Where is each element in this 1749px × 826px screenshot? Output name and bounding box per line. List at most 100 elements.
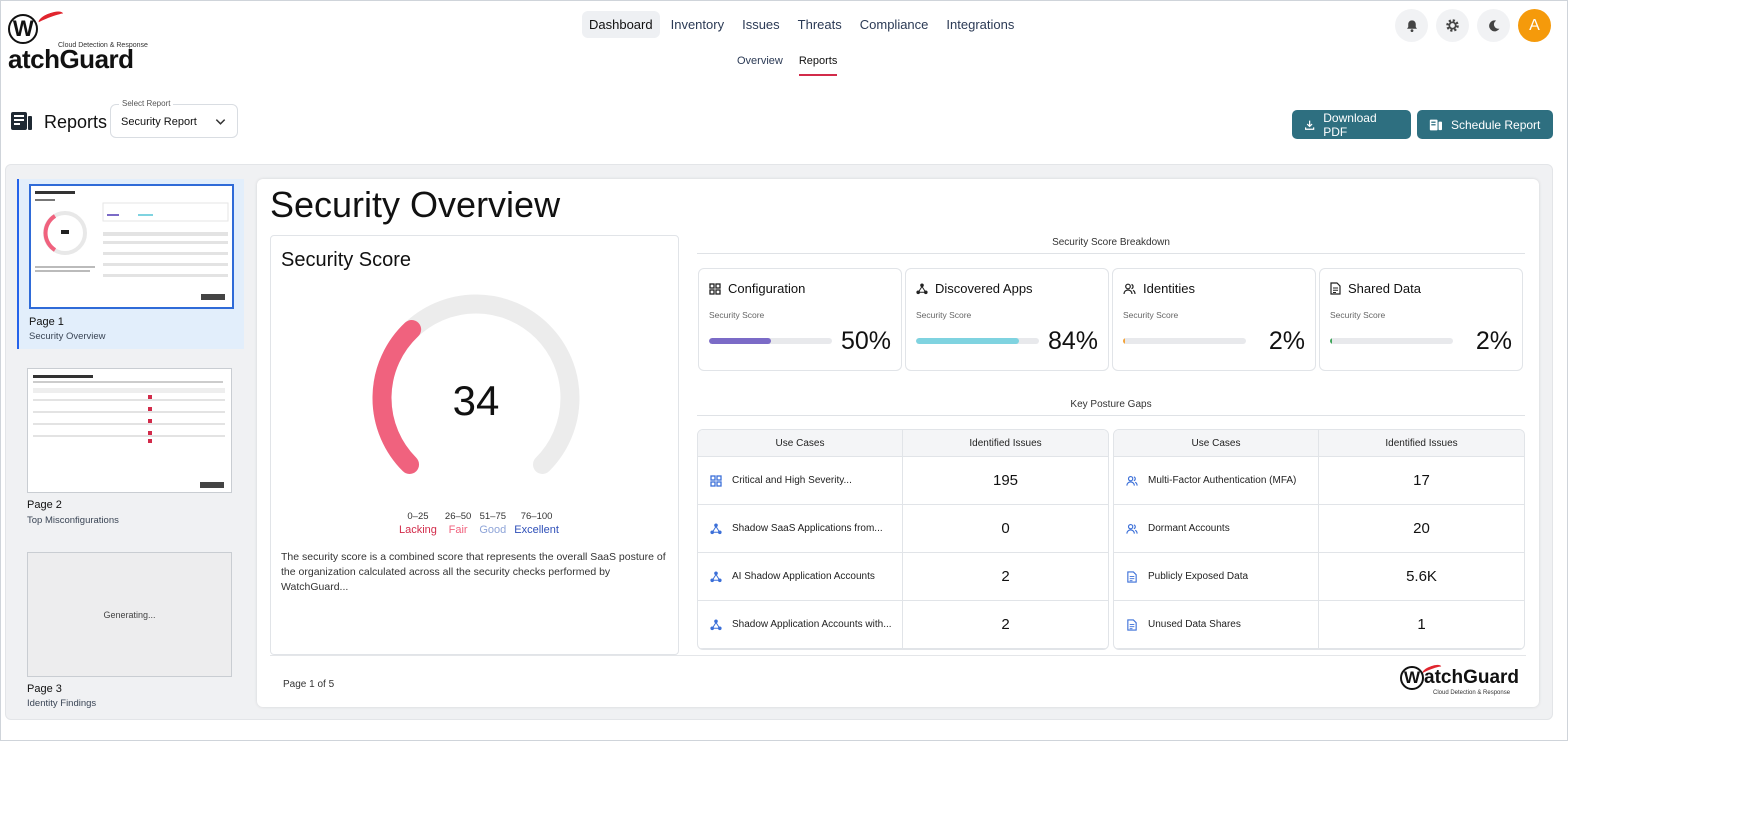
apps-icon bbox=[710, 619, 722, 630]
thumbnail-page-2[interactable]: Page 2 Top Misconfigurations bbox=[17, 364, 244, 534]
thumbnail-preview-graphic bbox=[33, 375, 225, 488]
schedule-report-button[interactable]: Schedule Report bbox=[1417, 110, 1553, 139]
watchguard-logo[interactable]: WatchGuard Cloud Detection & Response bbox=[8, 8, 148, 74]
download-pdf-label: Download PDF bbox=[1323, 110, 1377, 139]
users-icon bbox=[1126, 523, 1138, 534]
table-row[interactable]: Dormant Accounts 20 bbox=[1114, 505, 1524, 553]
nav-integrations[interactable]: Integrations bbox=[939, 11, 1021, 38]
document-icon bbox=[1127, 570, 1137, 583]
notifications-button[interactable] bbox=[1395, 9, 1428, 42]
report-icon bbox=[11, 112, 32, 130]
document-icon bbox=[1330, 282, 1341, 295]
breakdown-card-shared-data[interactable]: Shared Data Security Score 2% bbox=[1319, 268, 1523, 371]
security-score-value: 34 bbox=[453, 377, 500, 424]
breakdown-card-label: Security Score bbox=[916, 310, 972, 320]
breakdown-card-title: Identities bbox=[1123, 281, 1195, 296]
sub-nav: Overview Reports bbox=[737, 55, 838, 76]
legend-lacking: 0–25 Lacking bbox=[399, 511, 437, 536]
apps-icon bbox=[916, 283, 928, 294]
column-header-use-cases[interactable]: Use Cases bbox=[698, 430, 903, 456]
issue-count: 1 bbox=[1417, 616, 1426, 633]
breakdown-percent: 2% bbox=[1475, 327, 1512, 355]
breakdown-card-configuration[interactable]: Configuration Security Score 50% bbox=[698, 268, 902, 371]
page-title: Reports bbox=[44, 112, 108, 132]
legend-good: 51–75 Good bbox=[479, 511, 507, 536]
use-case-label: Shadow Application Accounts with... bbox=[732, 619, 892, 630]
column-header-use-cases[interactable]: Use Cases bbox=[1114, 430, 1319, 456]
calendar-report-icon bbox=[1429, 119, 1442, 130]
breakdown-card-discovered-apps[interactable]: Discovered Apps Security Score 84% bbox=[905, 268, 1109, 371]
thumbnail-generating: Generating... bbox=[27, 552, 232, 677]
download-pdf-button[interactable]: Download PDF bbox=[1292, 110, 1411, 139]
issue-count: 2 bbox=[1001, 616, 1010, 633]
nav-compliance[interactable]: Compliance bbox=[853, 11, 936, 38]
table-header: Use Cases Identified Issues bbox=[698, 430, 1108, 457]
breakdown-percent: 50% bbox=[840, 327, 891, 355]
breakdown-percent: 2% bbox=[1268, 327, 1305, 355]
issue-count: 20 bbox=[1413, 520, 1430, 537]
theme-toggle-button[interactable] bbox=[1477, 9, 1510, 42]
footer-logo: WatchGuard Cloud Detection & Response bbox=[1400, 662, 1530, 701]
user-avatar[interactable]: A bbox=[1518, 9, 1551, 42]
use-case-label: Dormant Accounts bbox=[1148, 523, 1230, 534]
thumbnail-page-number: Page 3 bbox=[27, 683, 62, 695]
apps-icon bbox=[710, 571, 722, 582]
document-icon bbox=[1127, 618, 1137, 631]
breakdown-title: Security Score Breakdown bbox=[1052, 237, 1170, 248]
page-thumbnails[interactable]: Page 1 Security Overview Page 2 Top Misc… bbox=[17, 179, 244, 709]
security-score-gauge: 34 bbox=[372, 294, 580, 474]
thumbnail-page-1[interactable]: Page 1 Security Overview bbox=[17, 179, 244, 349]
table-row[interactable]: Shadow Application Accounts with... 2 bbox=[698, 601, 1108, 649]
gaps-table-right: Use Cases Identified Issues Multi-Factor… bbox=[1113, 429, 1525, 650]
report-select[interactable]: Select Report Security Report bbox=[110, 99, 238, 138]
nav-dashboard[interactable]: Dashboard bbox=[582, 11, 660, 38]
legend-excellent: 76–100 Excellent bbox=[514, 511, 559, 536]
moon-icon bbox=[1488, 19, 1499, 31]
users-icon bbox=[1126, 475, 1138, 486]
table-row[interactable]: Critical and High Severity... 195 bbox=[698, 457, 1108, 505]
breakdown-card-identities[interactable]: Identities Security Score 2% bbox=[1112, 268, 1316, 371]
use-case-label: Publicly Exposed Data bbox=[1148, 571, 1249, 582]
security-score-description: The security score is a combined score t… bbox=[281, 551, 666, 593]
grid-icon bbox=[710, 474, 722, 487]
breakdown-progress-bar bbox=[1330, 338, 1453, 344]
thumbnail-page-number: Page 1 bbox=[29, 316, 64, 328]
footer-divider bbox=[270, 655, 1526, 656]
use-case-label: Critical and High Severity... bbox=[732, 475, 852, 486]
use-case-label: Unused Data Shares bbox=[1148, 619, 1241, 630]
breakdown-card-label: Security Score bbox=[1330, 310, 1386, 320]
gaps-title: Key Posture Gaps bbox=[1070, 399, 1152, 410]
table-header: Use Cases Identified Issues bbox=[1114, 430, 1524, 457]
grid-icon bbox=[709, 282, 721, 295]
issue-count: 2 bbox=[1001, 568, 1010, 585]
breakdown-progress-bar bbox=[1123, 338, 1246, 344]
nav-issues[interactable]: Issues bbox=[735, 11, 787, 38]
table-row[interactable]: Publicly Exposed Data 5.6K bbox=[1114, 553, 1524, 601]
breakdown-progress-bar bbox=[709, 338, 832, 344]
thumbnail-page-name: Identity Findings bbox=[27, 698, 97, 709]
logo-subtitle: Cloud Detection & Response bbox=[58, 42, 148, 49]
download-icon bbox=[1305, 120, 1315, 130]
users-icon bbox=[1123, 283, 1136, 294]
issue-count: 0 bbox=[1001, 520, 1010, 537]
nav-inventory[interactable]: Inventory bbox=[664, 11, 731, 38]
table-row[interactable]: AI Shadow Application Accounts 2 bbox=[698, 553, 1108, 601]
use-case-label: AI Shadow Application Accounts bbox=[732, 571, 875, 582]
thumbnail-preview-graphic bbox=[35, 190, 229, 303]
schedule-report-label: Schedule Report bbox=[1451, 117, 1541, 132]
column-header-identified-issues[interactable]: Identified Issues bbox=[1319, 430, 1524, 456]
thumbnail-page-3[interactable]: Generating... Page 3 Identity Findings bbox=[17, 549, 244, 709]
breakdown-divider bbox=[697, 253, 1525, 254]
table-row[interactable]: Shadow SaaS Applications from... 0 bbox=[698, 505, 1108, 553]
nav-threats[interactable]: Threats bbox=[791, 11, 849, 38]
tab-overview[interactable]: Overview bbox=[737, 55, 783, 76]
apps-icon bbox=[710, 523, 722, 534]
table-row[interactable]: Multi-Factor Authentication (MFA) 17 bbox=[1114, 457, 1524, 505]
tab-reports[interactable]: Reports bbox=[798, 55, 838, 76]
page-indicator: Page 1 of 5 bbox=[283, 679, 335, 690]
security-score-card: Security Score 34 0–25 Lacking 26–50 Fair … bbox=[270, 235, 679, 655]
settings-button[interactable] bbox=[1436, 9, 1469, 42]
table-row[interactable]: Unused Data Shares 1 bbox=[1114, 601, 1524, 649]
issue-count: 195 bbox=[993, 472, 1019, 489]
column-header-identified-issues[interactable]: Identified Issues bbox=[903, 430, 1108, 456]
